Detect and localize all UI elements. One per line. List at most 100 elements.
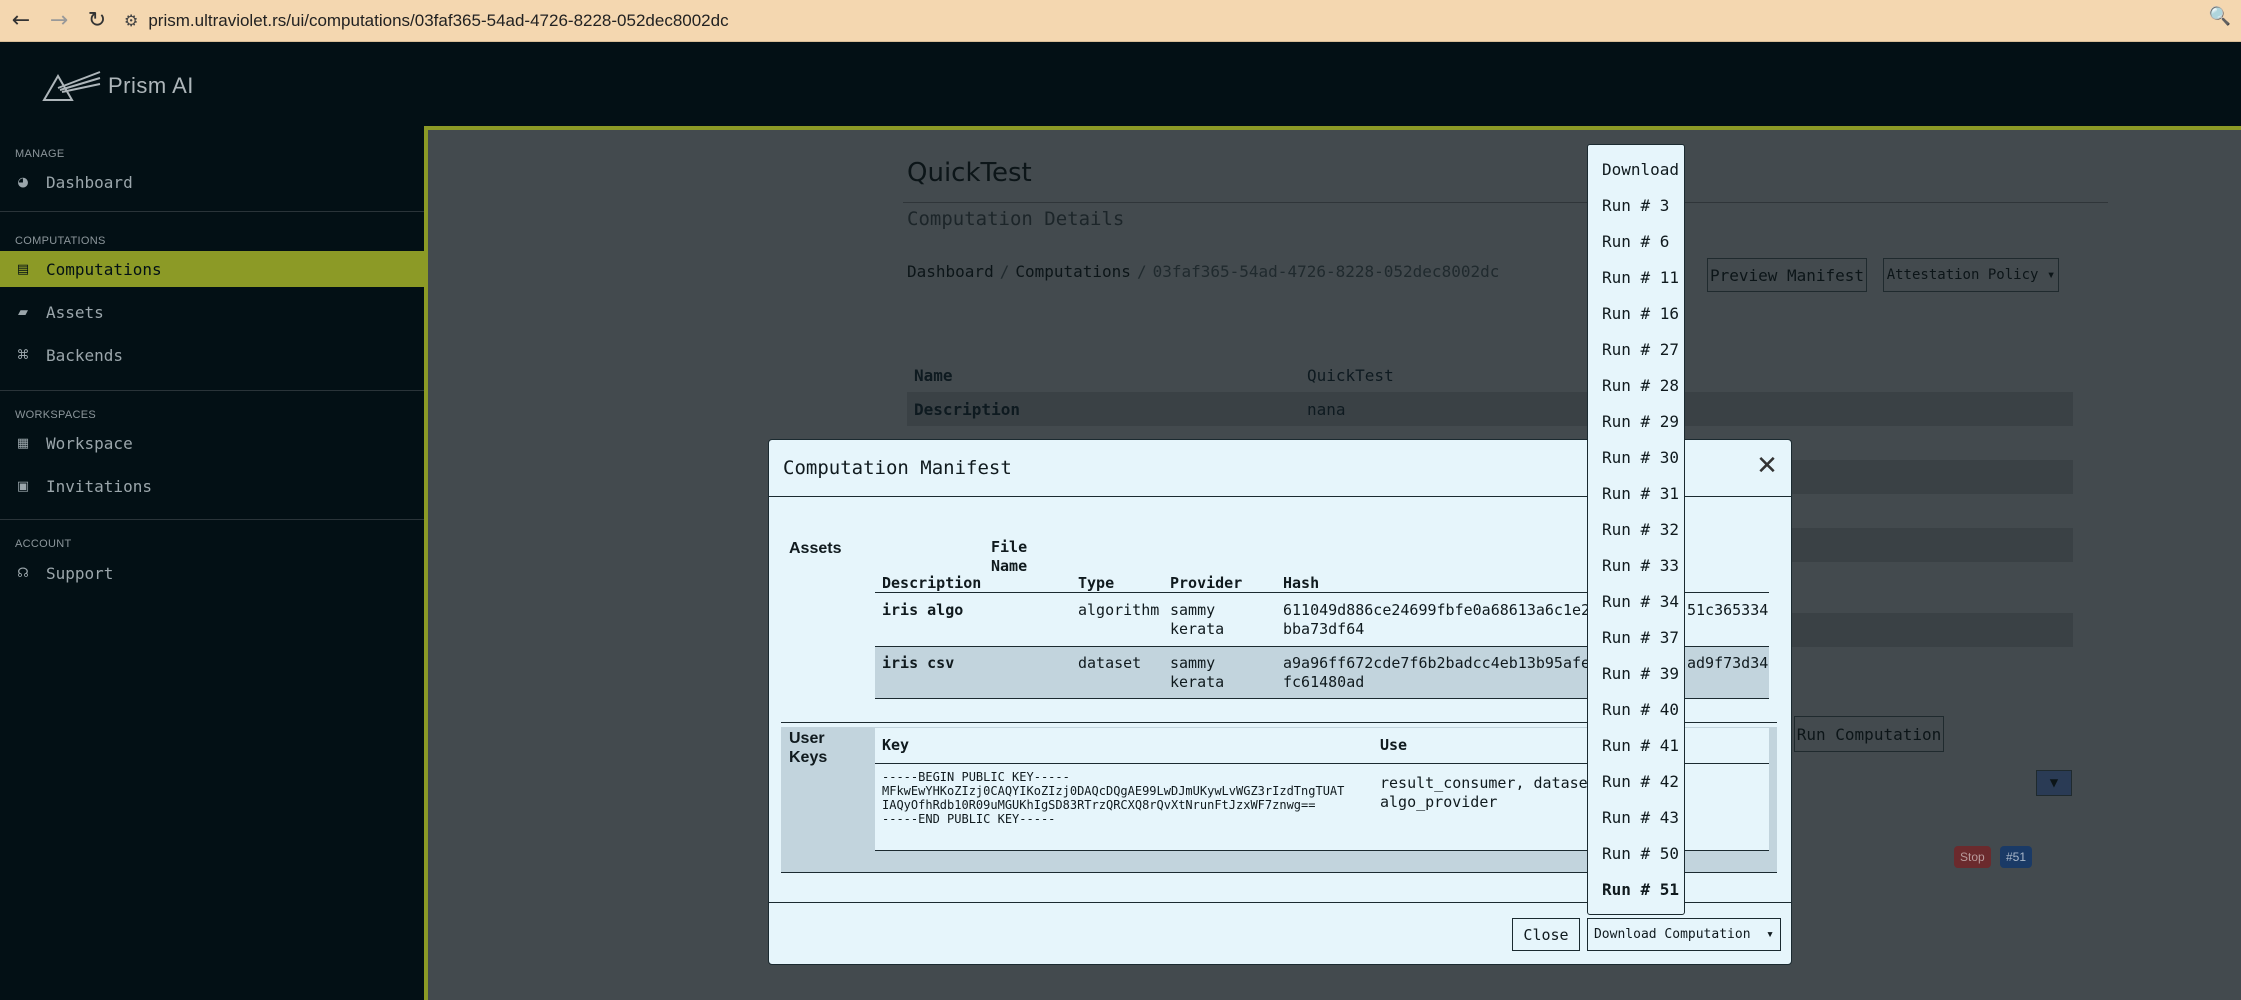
- breadcrumb-dashboard[interactable]: Dashboard: [907, 262, 994, 281]
- menu-item-run[interactable]: Run # 3: [1602, 196, 1669, 215]
- menu-item-run[interactable]: Run # 50: [1602, 844, 1679, 863]
- detail-key: Name: [914, 365, 953, 385]
- assets-label: Assets: [789, 540, 842, 557]
- key-use: result_consumer, dataset: [1380, 774, 1597, 792]
- menu-item-run[interactable]: Run # 42: [1602, 772, 1679, 791]
- menu-item-run-selected[interactable]: Run # 51: [1602, 880, 1679, 899]
- back-icon[interactable]: ←: [4, 4, 38, 38]
- menu-item-run[interactable]: Run # 31: [1602, 484, 1679, 503]
- detail-row-description: Description nana: [907, 392, 2073, 426]
- download-computation-label: Download Computation: [1593, 927, 1751, 942]
- menu-item-run[interactable]: Run # 28: [1602, 376, 1679, 395]
- asset-description: iris csv: [882, 654, 955, 672]
- sidebar-item-backends[interactable]: ⌘ Backends: [0, 337, 424, 373]
- sidebar-item-label: Assets: [46, 302, 104, 322]
- breadcrumb-computations[interactable]: Computations: [1015, 262, 1131, 281]
- close-button[interactable]: Close: [1512, 918, 1580, 951]
- breadcrumb: Dashboard / Computations/03faf365-54ad-472…: [907, 262, 1500, 281]
- sidebar-item-label: Computations: [46, 259, 162, 279]
- close-icon[interactable]: ✕: [1753, 451, 1781, 481]
- page-title: QuickTest: [907, 158, 1032, 188]
- address-bar[interactable]: ⚙ prism.ultraviolet.rs/ui/computations/0…: [124, 11, 729, 31]
- asset-hash: fc61480ad: [1283, 673, 1365, 691]
- title-divider: [903, 202, 2108, 203]
- forward-icon[interactable]: →: [42, 4, 76, 38]
- menu-item-run[interactable]: Run # 27: [1602, 340, 1679, 359]
- folder-icon: ▰: [18, 304, 28, 320]
- menu-item-run[interactable]: Run # 32: [1602, 520, 1679, 539]
- calculator-icon: ▤: [16, 261, 30, 277]
- menu-item-run[interactable]: Run # 34: [1602, 592, 1679, 611]
- building-icon: ▦: [16, 435, 30, 451]
- menu-item-run[interactable]: Run # 33: [1602, 556, 1679, 575]
- run-computation-button[interactable]: Run Computation: [1794, 716, 1944, 752]
- col-provider: Provider: [1170, 574, 1243, 592]
- sidebar-item-label: Dashboard: [46, 172, 133, 192]
- breadcrumb-current: 03faf365-54ad-4726-8228-052dec8002dc: [1152, 262, 1500, 281]
- section-label-workspaces: WORKSPACES: [15, 409, 97, 421]
- section-label-manage: MANAGE: [15, 148, 65, 160]
- asset-hash: 51c365334: [1687, 601, 1769, 619]
- sidebar-item-support[interactable]: ☊ Support: [0, 555, 424, 591]
- sidebar-item-label: Workspace: [46, 433, 133, 453]
- sidebar-item-invitations[interactable]: ▣ Invitations: [0, 468, 424, 504]
- menu-item-run[interactable]: Run # 40: [1602, 700, 1679, 719]
- logo[interactable]: Prism AI: [42, 68, 194, 104]
- public-key-line: MFkwEwYHKoZIzj0CAQYIKoZIzj0DAQcDQgAE99Lw…: [882, 784, 1345, 798]
- menu-item-run[interactable]: Run # 39: [1602, 664, 1679, 683]
- public-key-line: -----BEGIN PUBLIC KEY-----: [882, 770, 1070, 784]
- menu-item-run[interactable]: Run # 37: [1602, 628, 1679, 647]
- run-number-badge: #51: [2000, 846, 2033, 868]
- sidebar-divider: [0, 519, 424, 520]
- key-use: algo_provider: [1380, 793, 1498, 811]
- sidebar-divider: [0, 211, 424, 212]
- attestation-policy-button[interactable]: Attestation Policy ▾: [1883, 258, 2059, 292]
- menu-item-run[interactable]: Run # 11: [1602, 268, 1679, 287]
- search-icon[interactable]: 🔍: [2209, 6, 2231, 27]
- modal-title: Computation Manifest: [783, 457, 1012, 479]
- public-key-line: IAQyOfhRdb10R09uMGUKhIgSD83RTrzQRCXQ8rQv…: [882, 798, 1316, 812]
- menu-item-run[interactable]: Run # 43: [1602, 808, 1679, 827]
- menu-item-run[interactable]: Run # 29: [1602, 412, 1679, 431]
- asset-hash: ad9f73d34: [1687, 654, 1769, 672]
- menu-item-download[interactable]: Download: [1602, 160, 1679, 179]
- sidebar-item-label: Support: [46, 563, 114, 583]
- sidebar-item-dashboard[interactable]: ◕ Dashboard: [0, 164, 424, 200]
- id-card-icon: ▣: [16, 478, 30, 494]
- asset-provider: sammy: [1170, 601, 1216, 619]
- download-computation-button[interactable]: Download Computation ▾: [1587, 918, 1781, 951]
- sidebar-item-assets[interactable]: ▰ Assets: [0, 294, 424, 330]
- menu-item-run[interactable]: Run # 41: [1602, 736, 1679, 755]
- stop-badge[interactable]: Stop: [1954, 846, 1991, 868]
- col-file-name: File Name: [991, 538, 1028, 575]
- menu-item-run[interactable]: Run # 6: [1602, 232, 1669, 251]
- asset-hash: a9a96ff672cde7f6b2badcc4eb13b95afe5: [1283, 654, 1600, 672]
- reload-icon[interactable]: ↻: [80, 4, 114, 38]
- site-info-icon[interactable]: ⚙: [124, 11, 138, 30]
- col-key: Key: [882, 736, 910, 754]
- asset-provider: sammy: [1170, 654, 1216, 672]
- detail-value: nana: [1307, 399, 1346, 419]
- sidebar-item-label: Invitations: [46, 476, 152, 496]
- col-use: Use: [1380, 736, 1408, 754]
- section-label-account: ACCOUNT: [15, 538, 72, 550]
- menu-item-run[interactable]: Run # 30: [1602, 448, 1679, 467]
- asset-provider: kerata: [1170, 673, 1225, 691]
- detail-row-name: Name QuickTest: [907, 358, 2073, 392]
- user-keys-label: Keys: [789, 749, 828, 766]
- sidebar-item-computations[interactable]: ▤ Computations: [0, 251, 424, 287]
- filter-icon[interactable]: ▼: [2036, 770, 2072, 796]
- menu-item-run[interactable]: Run # 16: [1602, 304, 1679, 323]
- asset-type: dataset: [1078, 654, 1142, 672]
- headset-icon: ☊: [17, 565, 29, 581]
- col-type: Type: [1078, 574, 1115, 592]
- asset-provider: kerata: [1170, 620, 1225, 638]
- col-hash: Hash: [1283, 574, 1320, 592]
- dashboard-icon: ◕: [17, 174, 29, 190]
- url-text[interactable]: prism.ultraviolet.rs/ui/computations/03f…: [148, 11, 728, 31]
- sidebar-divider: [0, 390, 424, 391]
- preview-manifest-button[interactable]: Preview Manifest: [1707, 258, 1867, 292]
- sidebar-item-workspace[interactable]: ▦ Workspace: [0, 425, 424, 461]
- prism-logo-icon: [42, 71, 101, 101]
- asset-type: algorithm: [1078, 601, 1160, 619]
